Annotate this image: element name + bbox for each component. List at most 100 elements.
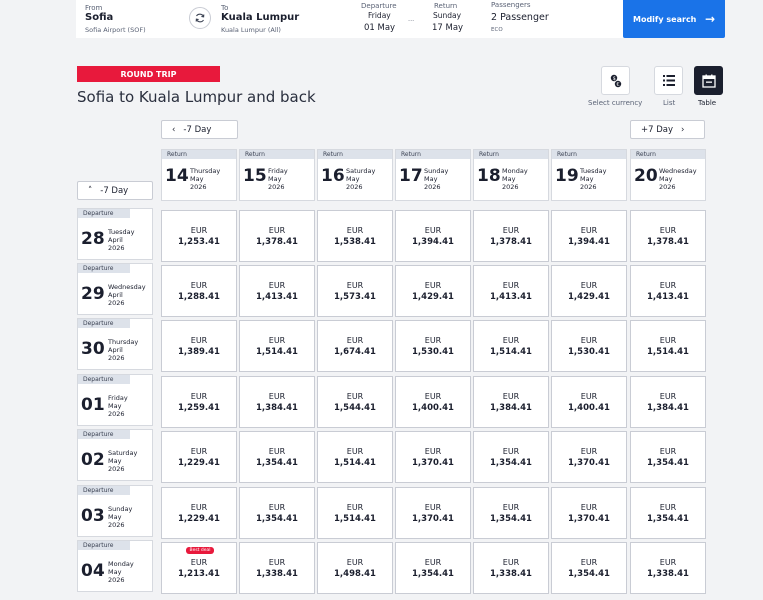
fare-amount: 1,413.41: [490, 292, 532, 302]
fare-cell[interactable]: EUR 1,413.41: [630, 265, 706, 317]
fare-cell[interactable]: EUR 1,378.41: [239, 210, 315, 262]
fare-cell[interactable]: EUR 1,354.41: [239, 431, 315, 483]
fare-cell[interactable]: EUR 1,354.41: [473, 487, 549, 539]
fare-currency: EUR: [659, 503, 677, 512]
fare-cell[interactable]: EUR 1,370.41: [551, 487, 627, 539]
fare-cell[interactable]: EUR 1,538.41: [317, 210, 393, 262]
fare-cell[interactable]: EUR 1,394.41: [551, 210, 627, 262]
return-day: Saturday: [346, 167, 376, 175]
fare-currency: EUR: [346, 336, 364, 345]
return-month: May: [580, 175, 594, 183]
departure-day: Thursday: [108, 338, 139, 346]
fare-cell[interactable]: EUR 1,514.41: [317, 431, 393, 483]
fare-cell[interactable]: EUR 1,384.41: [473, 376, 549, 428]
return-year: 2026: [424, 183, 441, 191]
return-day-number: 17: [399, 166, 423, 186]
fare-cell[interactable]: EUR 1,378.41: [473, 210, 549, 262]
fare-cell[interactable]: EUR 1,338.41: [473, 542, 549, 594]
fare-amount: 1,384.41: [647, 403, 689, 413]
fare-cell[interactable]: EUR 1,259.41: [161, 376, 237, 428]
fare-cell[interactable]: EUR 1,544.41: [317, 376, 393, 428]
next-return-week-button[interactable]: +7 Day ›: [630, 120, 705, 139]
fare-amount: 1,378.41: [256, 237, 298, 247]
departure-year: 2026: [108, 244, 125, 252]
fare-currency: EUR: [346, 392, 364, 401]
fare-cell[interactable]: EUR 1,514.41: [239, 320, 315, 372]
fare-currency: EUR: [502, 392, 520, 401]
fare-cell[interactable]: EUR 1,229.41: [161, 431, 237, 483]
fare-amount: 1,370.41: [412, 458, 454, 468]
fare-cell[interactable]: EUR 1,378.41: [630, 210, 706, 262]
fare-cell[interactable]: Best deal EUR 1,213.41: [161, 542, 237, 594]
fare-cell[interactable]: EUR 1,413.41: [473, 265, 549, 317]
fare-cell[interactable]: EUR 1,354.41: [473, 431, 549, 483]
fare-cell[interactable]: EUR 1,514.41: [630, 320, 706, 372]
fare-currency: EUR: [580, 281, 598, 290]
fare-currency: EUR: [346, 447, 364, 456]
fare-cell[interactable]: EUR 1,394.41: [395, 210, 471, 262]
fare-cell[interactable]: EUR 1,530.41: [551, 320, 627, 372]
fare-cell[interactable]: EUR 1,514.41: [317, 487, 393, 539]
to-field[interactable]: To Kuala Lumpur Kuala Lumpur (All): [209, 0, 341, 38]
fare-cell[interactable]: EUR 1,384.41: [239, 376, 315, 428]
fare-cell[interactable]: EUR 1,354.41: [395, 542, 471, 594]
table-view-button[interactable]: [694, 66, 723, 95]
fare-cell[interactable]: EUR 1,384.41: [630, 376, 706, 428]
dates-field[interactable]: Departure Friday 01 May ... Return Sunda…: [341, 0, 479, 38]
fare-currency: EUR: [268, 503, 286, 512]
departure-date-header: Departure 02 Saturday May 2026: [77, 429, 153, 481]
return-month: May: [190, 175, 204, 183]
to-label: To: [221, 4, 229, 12]
fare-cell[interactable]: EUR 1,354.41: [239, 487, 315, 539]
fare-currency: EUR: [346, 281, 364, 290]
return-year: 2026: [190, 183, 207, 191]
fare-amount: 1,354.41: [256, 458, 298, 468]
prev-departure-week-button[interactable]: ˄ -7 Day: [77, 181, 153, 200]
fare-amount: 1,338.41: [256, 569, 298, 579]
fare-cell[interactable]: EUR 1,413.41: [239, 265, 315, 317]
fare-cell[interactable]: EUR 1,288.41: [161, 265, 237, 317]
fare-cell[interactable]: EUR 1,338.41: [239, 542, 315, 594]
modify-search-button[interactable]: Modify search →: [623, 0, 725, 38]
fare-amount: 1,674.41: [334, 347, 376, 357]
departure-year: 2026: [108, 410, 125, 418]
fare-cell[interactable]: EUR 1,429.41: [395, 265, 471, 317]
passengers-field[interactable]: Passengers 2 Passenger ECO: [479, 0, 623, 38]
arrow-right-icon: →: [704, 12, 715, 26]
fare-cell[interactable]: EUR 1,354.41: [630, 431, 706, 483]
fare-cell[interactable]: EUR 1,370.41: [395, 431, 471, 483]
fare-amount: 1,530.41: [412, 347, 454, 357]
fare-cell[interactable]: EUR 1,400.41: [551, 376, 627, 428]
svg-text:$: $: [612, 76, 615, 82]
return-day: Monday: [502, 167, 528, 175]
fare-amount: 1,429.41: [412, 292, 454, 302]
fare-cell[interactable]: EUR 1,514.41: [473, 320, 549, 372]
fare-cell[interactable]: EUR 1,354.41: [551, 542, 627, 594]
fare-cell[interactable]: EUR 1,229.41: [161, 487, 237, 539]
departure-date-text: Monday May 2026: [108, 560, 134, 584]
from-airport: Sofia Airport (SOF): [85, 26, 146, 34]
fare-currency: EUR: [659, 336, 677, 345]
swap-button[interactable]: [189, 7, 211, 29]
fare-cell[interactable]: EUR 1,674.41: [317, 320, 393, 372]
return-label: Return: [434, 2, 458, 10]
fare-cell[interactable]: EUR 1,354.41: [630, 487, 706, 539]
list-view-button[interactable]: [654, 66, 683, 95]
fare-cell[interactable]: EUR 1,530.41: [395, 320, 471, 372]
fare-cell[interactable]: EUR 1,573.41: [317, 265, 393, 317]
fare-cell[interactable]: EUR 1,370.41: [395, 487, 471, 539]
fare-currency: EUR: [190, 558, 208, 567]
fare-cell[interactable]: EUR 1,389.41: [161, 320, 237, 372]
departure-label: Departure: [361, 2, 397, 10]
prev-return-week-button[interactable]: ‹ -7 Day: [161, 120, 238, 139]
fare-currency: EUR: [268, 336, 286, 345]
fare-cell[interactable]: EUR 1,338.41: [630, 542, 706, 594]
fare-cell[interactable]: EUR 1,253.41: [161, 210, 237, 262]
fare-cell[interactable]: EUR 1,370.41: [551, 431, 627, 483]
fare-cell[interactable]: EUR 1,429.41: [551, 265, 627, 317]
fare-cell[interactable]: EUR 1,400.41: [395, 376, 471, 428]
select-currency-button[interactable]: $ €: [601, 66, 630, 95]
return-day: Friday: [268, 167, 288, 175]
return-date-header: Return 18 Monday May 2026: [473, 149, 549, 201]
fare-cell[interactable]: EUR 1,498.41: [317, 542, 393, 594]
